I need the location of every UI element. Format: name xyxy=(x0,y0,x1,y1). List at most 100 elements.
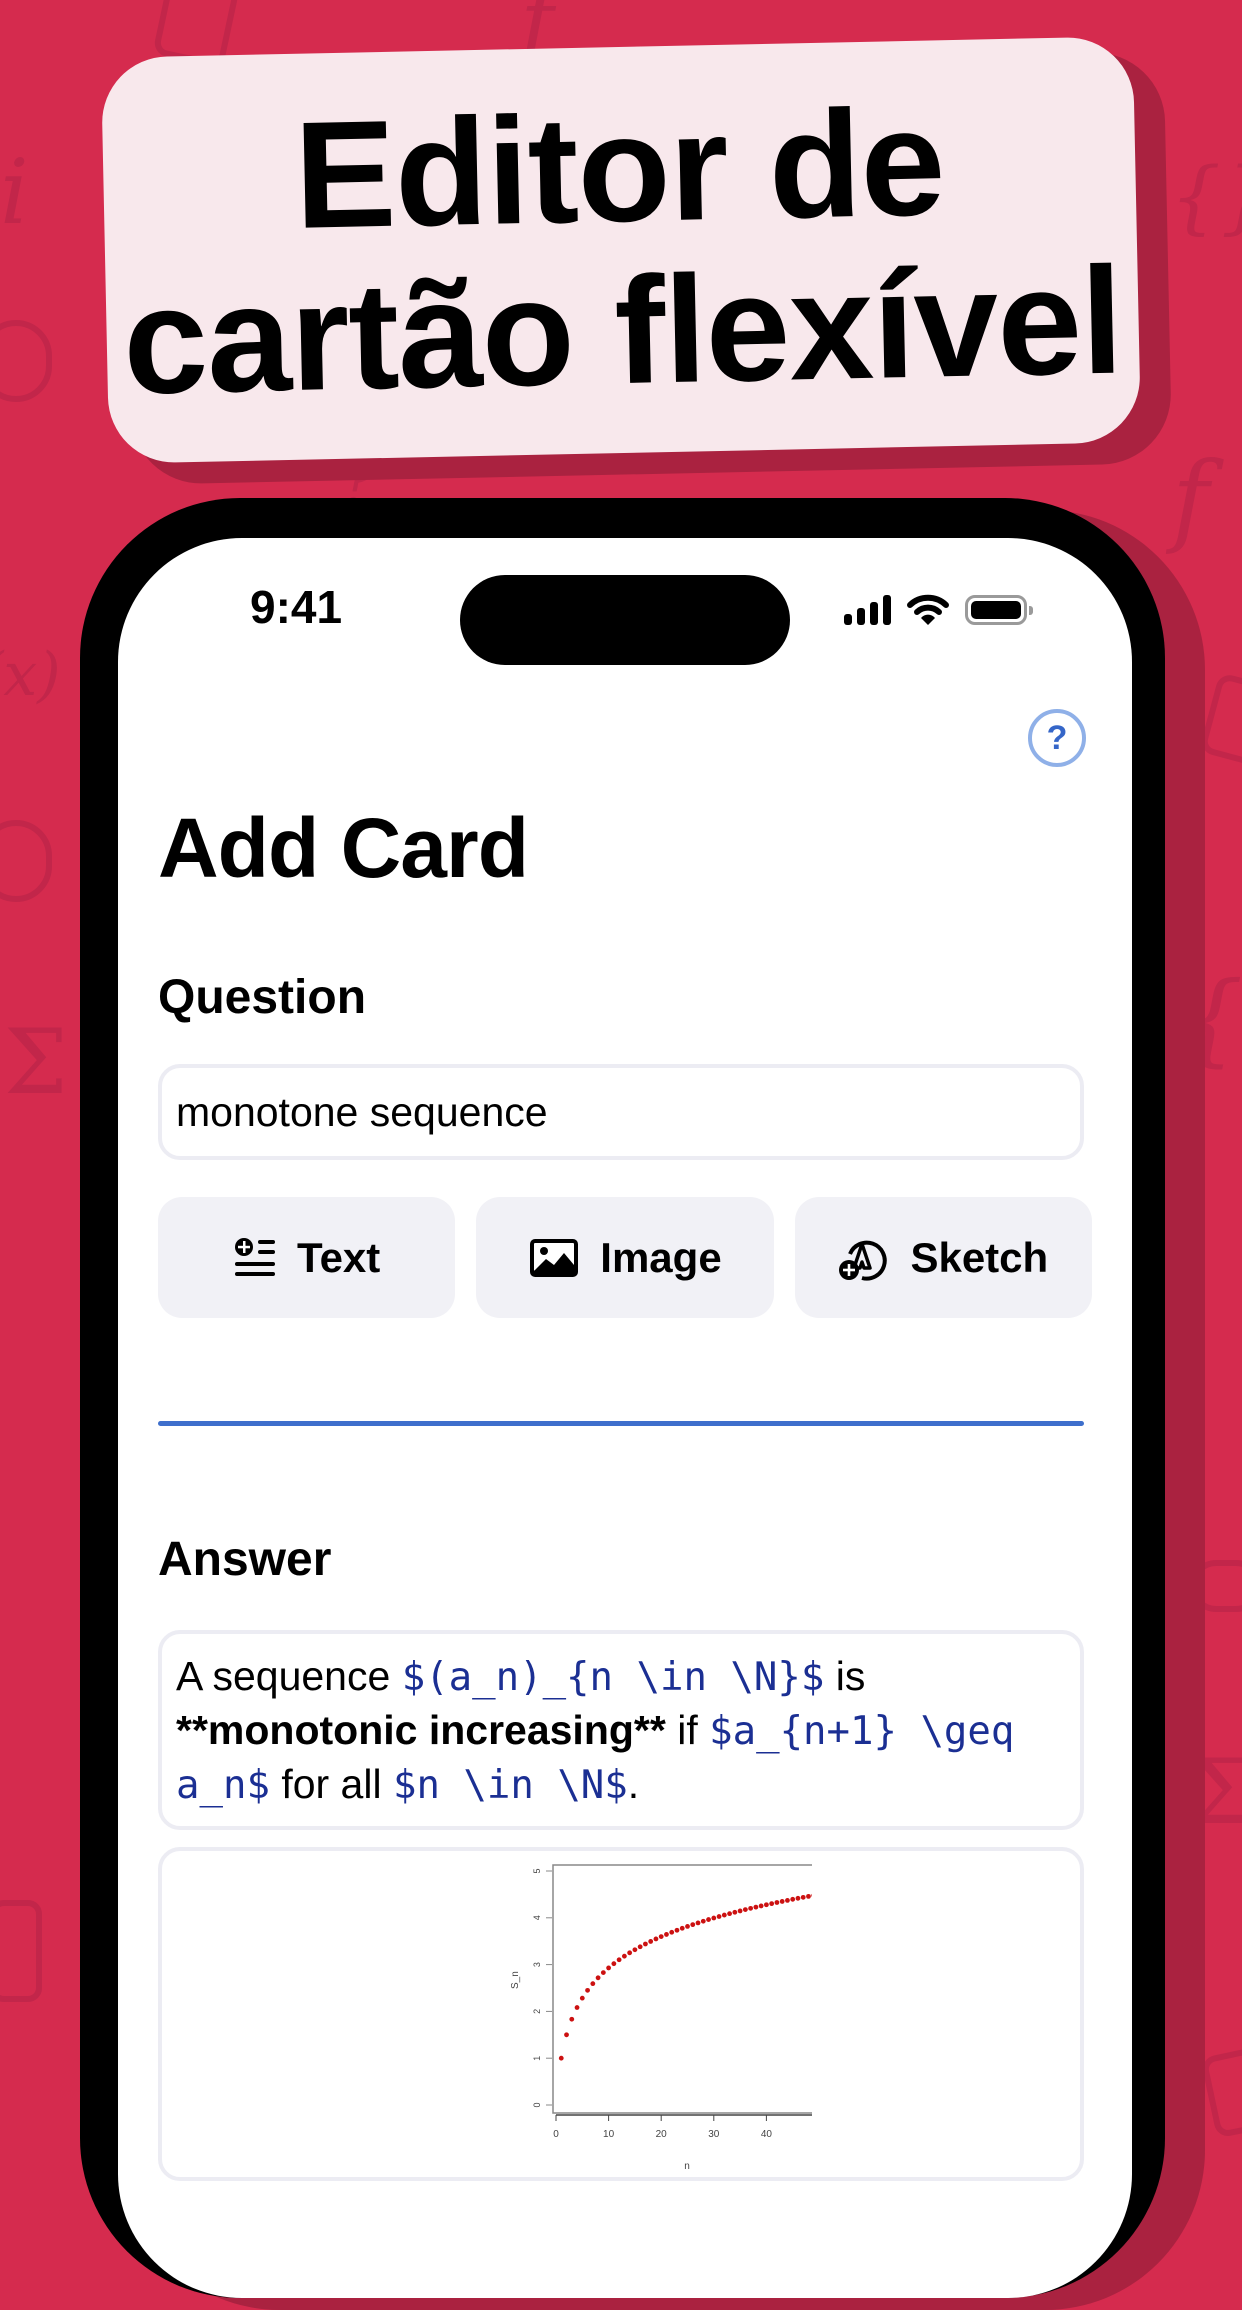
y-tick-label: 0 xyxy=(532,2102,542,2107)
question-mark-icon: ? xyxy=(1046,718,1068,757)
answer-text-block[interactable]: A sequence $(a_n)_{n \in \N}$ is **monot… xyxy=(158,1630,1084,1830)
data-point xyxy=(611,1961,617,1967)
data-point xyxy=(779,1899,785,1904)
promo-title: Editor de cartão flexível xyxy=(118,77,1124,427)
dynamic-island xyxy=(460,575,790,665)
data-point xyxy=(806,1893,811,1899)
data-point xyxy=(648,1939,654,1944)
data-point xyxy=(811,1893,812,1898)
y-tick-label: 2 xyxy=(532,2009,542,2014)
data-point xyxy=(643,1941,648,1947)
x-tick-label: 30 xyxy=(708,2129,720,2140)
answer-text-segment: if xyxy=(665,1707,710,1753)
data-point xyxy=(627,1950,633,1956)
text-add-icon xyxy=(235,1237,276,1276)
data-point xyxy=(595,1975,601,1981)
data-point xyxy=(564,2032,569,2038)
info-icon: i xyxy=(0,140,29,245)
x-tick-label: 10 xyxy=(603,2129,615,2140)
status-time: 9:41 xyxy=(250,581,343,633)
data-point xyxy=(637,1944,643,1950)
data-point xyxy=(700,1918,706,1924)
page-title: Add Card xyxy=(158,801,529,895)
app-screen: 9:41 ? Add Card Question monotone sequen… xyxy=(118,538,1132,2298)
data-point xyxy=(706,1917,711,1922)
data-point xyxy=(790,1896,796,1902)
question-input-value: monotone sequence xyxy=(176,1088,548,1135)
data-point xyxy=(585,1987,590,1993)
data-point xyxy=(800,1894,806,1900)
data-point xyxy=(679,1925,685,1931)
question-answer-divider[interactable] xyxy=(158,1421,1084,1426)
battery-icon xyxy=(965,595,1033,625)
status-icons xyxy=(844,594,1033,626)
data-point xyxy=(758,1903,764,1909)
data-point xyxy=(632,1947,638,1953)
data-point xyxy=(579,1995,585,2001)
data-point xyxy=(653,1936,659,1942)
content-type-buttons: Text Image Sketch xyxy=(158,1197,1092,1318)
cellular-signal-icon xyxy=(844,595,891,625)
sketch-add-icon xyxy=(839,1240,888,1281)
wifi-icon xyxy=(907,594,949,625)
y-tick-label: 3 xyxy=(532,1962,542,1967)
data-point xyxy=(769,1901,775,1907)
x-tick-label: 0 xyxy=(553,2129,559,2140)
question-input[interactable]: monotone sequence xyxy=(158,1064,1084,1160)
y-tick-label: 1 xyxy=(532,2056,542,2061)
question-label: Question xyxy=(158,971,367,1024)
promo-title-line-1: Editor de xyxy=(292,77,946,261)
data-point xyxy=(674,1927,680,1933)
data-point xyxy=(753,1904,759,1910)
data-point xyxy=(748,1905,754,1911)
data-point xyxy=(742,1907,748,1913)
answer-text-segment: is xyxy=(824,1653,866,1699)
answer-text-segment: for all xyxy=(269,1761,393,1807)
function-icon: f xyxy=(1172,440,1210,557)
answer-text-segment: A sequence xyxy=(176,1653,402,1699)
sigma-icon: Σ xyxy=(4,1010,68,1115)
brain-icon xyxy=(0,320,52,402)
promo-banner: Editor de cartão flexível xyxy=(100,36,1142,464)
add-sketch-label: Sketch xyxy=(910,1233,1049,1281)
data-point xyxy=(795,1895,801,1901)
y-tick-label: 4 xyxy=(532,1915,542,1920)
data-point xyxy=(695,1920,701,1926)
answer-math-segment: $n \in \N$ xyxy=(392,1763,628,1808)
data-point xyxy=(606,1965,611,1971)
data-point xyxy=(600,1970,606,1976)
answer-image-block[interactable]: 012345 01020304050 S_n n xyxy=(158,1847,1084,2181)
data-point xyxy=(711,1915,717,1921)
data-point xyxy=(690,1922,696,1928)
add-sketch-button[interactable]: Sketch xyxy=(794,1197,1092,1318)
help-button[interactable]: ? xyxy=(1028,709,1086,767)
book-icon xyxy=(0,1900,42,2002)
data-point xyxy=(569,2016,575,2022)
photo-icon xyxy=(530,1238,579,1277)
data-point xyxy=(685,1924,690,1929)
parenthesis-x-icon: (x) xyxy=(0,640,61,710)
data-point xyxy=(616,1957,622,1963)
sequence-scatter-chart: 012345 01020304050 S_n n xyxy=(510,1864,812,2172)
add-image-label: Image xyxy=(600,1233,722,1281)
answer-label: Answer xyxy=(158,1533,332,1586)
data-point xyxy=(716,1914,722,1919)
data-point xyxy=(658,1934,664,1940)
add-text-button[interactable]: Text xyxy=(158,1197,456,1318)
data-point xyxy=(737,1908,743,1914)
data-point xyxy=(764,1902,769,1908)
data-point xyxy=(727,1911,732,1917)
x-tick-label: 40 xyxy=(761,2129,773,2140)
data-point xyxy=(558,2055,564,2061)
data-point xyxy=(721,1912,727,1918)
data-point xyxy=(664,1932,669,1937)
flashcard-icon xyxy=(1198,672,1242,770)
add-image-button[interactable]: Image xyxy=(476,1197,774,1318)
x-tick-label: 20 xyxy=(656,2129,668,2140)
promo-title-line-2: cartão flexível xyxy=(121,235,1124,427)
add-text-label: Text xyxy=(297,1233,381,1281)
answer-math-segment: $(a_n)_{n \in \N}$ xyxy=(401,1655,825,1700)
brain-icon xyxy=(0,820,52,902)
answer-bold-segment: **monotonic increasing** xyxy=(176,1707,666,1753)
data-point xyxy=(785,1897,790,1903)
